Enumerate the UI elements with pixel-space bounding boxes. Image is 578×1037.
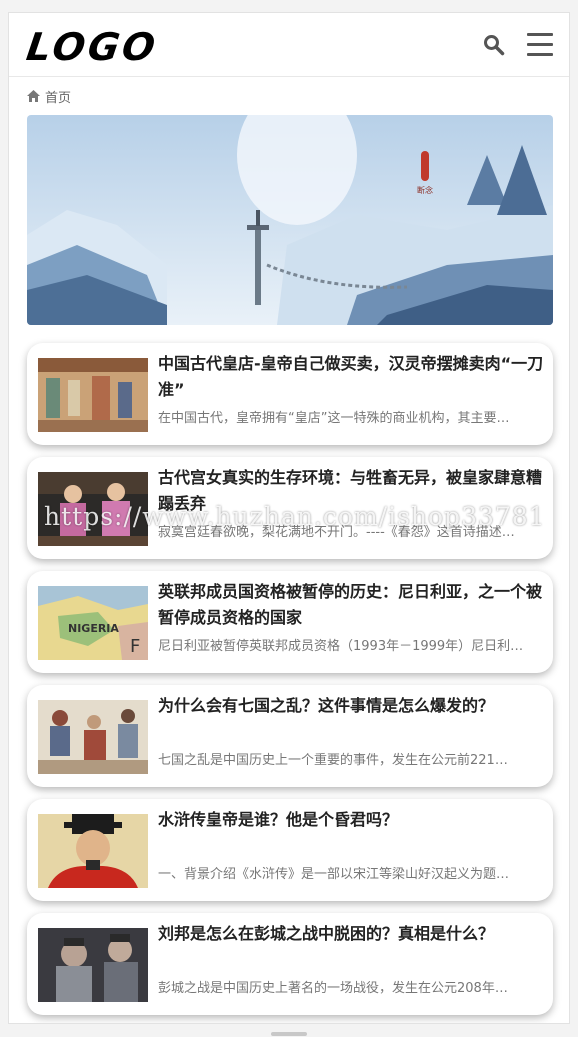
site-logo[interactable]: LOGO bbox=[24, 25, 161, 69]
svg-text:F: F bbox=[130, 636, 140, 657]
article-title[interactable]: 中国古代皇店-皇帝自己做买卖，汉灵帝摆摊卖肉“一刀准” bbox=[158, 351, 546, 403]
article-thumbnail[interactable] bbox=[38, 358, 148, 432]
top-navigation-bar: LOGO bbox=[9, 13, 569, 77]
article-card[interactable]: 水浒传皇帝是谁？他是个昏君吗？ 一、背景介绍《水浒传》是一部以宋江等梁山好汉起义为… bbox=[27, 799, 553, 901]
page-frame: LOGO 首页 断念 中国古代皇店-皇帝自己做买卖，汉灵帝摆摊卖肉“一刀准” 在… bbox=[8, 12, 570, 1024]
article-card[interactable]: 为什么会有七国之乱？这件事情是怎么爆发的？ 七国之乱是中国历史上一个重要的事件，发… bbox=[27, 685, 553, 787]
article-summary: 寂寞宫廷春欲晚，梨花满地不开门。----《春怨》这首诗描述… bbox=[158, 525, 515, 540]
article-summary: 一、背景介绍《水浒传》是一部以宋江等梁山好汉起义为题… bbox=[158, 867, 510, 882]
article-thumbnail[interactable] bbox=[38, 928, 148, 1002]
article-card[interactable]: 古代宫女真实的生存环境：与牲畜无异，被皇家肆意糟蹋丢弃寂寞宫廷春欲晚，梨花满地不… bbox=[27, 457, 553, 559]
article-card[interactable]: 刘邦是怎么在彭城之战中脱困的？真相是什么？ 彭城之战是中国历史上著名的一场战役，发… bbox=[27, 913, 553, 1015]
article-thumbnail[interactable] bbox=[38, 814, 148, 888]
banner-seal-text: 断念 bbox=[417, 185, 433, 195]
article-title[interactable]: 水浒传皇帝是谁？他是个昏君吗？ bbox=[158, 807, 546, 833]
article-summary: 七国之乱是中国历史上一个重要的事件，发生在公元前221… bbox=[158, 753, 508, 768]
article-thumbnail[interactable] bbox=[38, 472, 148, 546]
svg-text:NIGERIA: NIGERIA bbox=[68, 622, 119, 635]
article-summary: 在中国古代，皇帝拥有“皇店”这一特殊的商业机构，其主要… bbox=[158, 411, 510, 426]
breadcrumb-home-link[interactable]: 首页 bbox=[45, 87, 71, 106]
article-summary: 彭城之战是中国历史上著名的一场战役，发生在公元208年… bbox=[158, 981, 508, 996]
article-card[interactable]: NIGERIA F 英联邦成员国资格被暂停的历史：尼日利亚，之一个被暂停成员资格的国… bbox=[27, 571, 553, 673]
article-thumbnail[interactable] bbox=[38, 700, 148, 774]
banner-image[interactable]: 断念 bbox=[27, 115, 553, 325]
article-title[interactable]: 古代宫女真实的生存环境：与牲畜无异，被皇家肆意糟蹋丢弃 bbox=[158, 465, 546, 517]
search-icon[interactable] bbox=[483, 34, 505, 56]
home-icon bbox=[27, 90, 40, 102]
article-title[interactable]: 为什么会有七国之乱？这件事情是怎么爆发的？ bbox=[158, 693, 546, 719]
breadcrumb[interactable]: 首页 bbox=[27, 87, 71, 106]
hamburger-menu-icon[interactable] bbox=[527, 33, 553, 57]
scroll-indicator[interactable] bbox=[271, 1032, 307, 1036]
article-thumbnail[interactable]: NIGERIA F bbox=[38, 586, 148, 660]
article-summary: 尼日利亚被暂停英联邦成员资格（1993年－1999年）尼日利… bbox=[158, 639, 524, 654]
article-card[interactable]: 中国古代皇店-皇帝自己做买卖，汉灵帝摆摊卖肉“一刀准” 在中国古代，皇帝拥有“皇店… bbox=[27, 343, 553, 445]
article-title[interactable]: 英联邦成员国资格被暂停的历史：尼日利亚，之一个被暂停成员资格的国家 bbox=[158, 579, 546, 631]
article-title[interactable]: 刘邦是怎么在彭城之战中脱困的？真相是什么？ bbox=[158, 921, 546, 947]
